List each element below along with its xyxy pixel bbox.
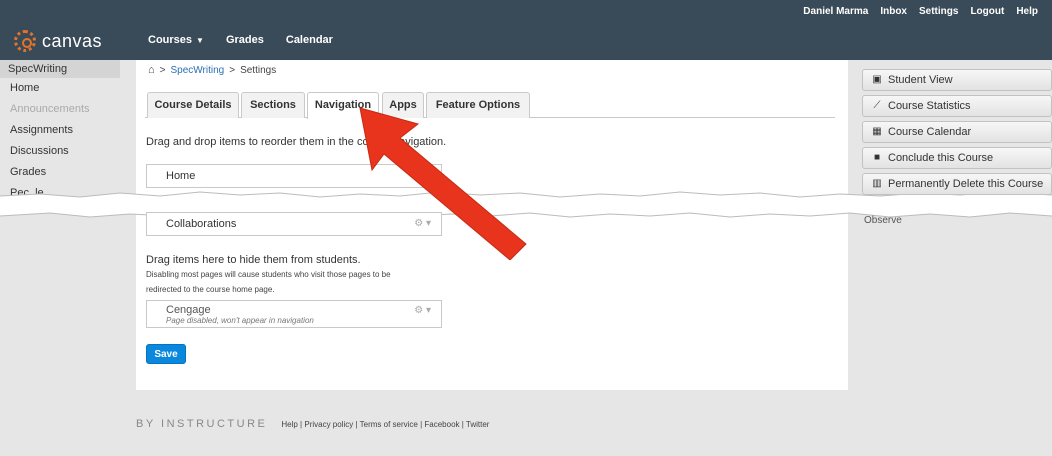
sidebar-item-grades[interactable]: Grades [0,162,120,183]
sidebar-item-assignments[interactable]: Assignments [0,120,120,141]
footer: BY INSTRUCTURE Help | Privacy policy | T… [136,418,489,430]
breadcrumb-current: Settings [240,64,277,76]
nav-item-label: Home [166,170,196,182]
user-nav: Daniel Marma Inbox Settings Logout Help [803,6,1038,17]
tab-course-details[interactable]: Course Details [147,92,239,118]
help-link[interactable]: Help [1016,6,1038,17]
sidebar-item-announcements[interactable]: Announcements [0,99,120,120]
gear-icon[interactable]: ⚙ ▾ [414,305,431,316]
breadcrumb: ⌂ > SpecWriting > Settings [148,64,276,76]
red-arrow-annotation [359,107,527,260]
sidebar-item-home[interactable]: Home [0,78,120,99]
global-header: Daniel Marma Inbox Settings Logout Help … [0,0,1052,60]
button-label: Student View [888,74,953,86]
instructure-brand[interactable]: BY INSTRUCTURE [136,418,267,430]
settings-link[interactable]: Settings [919,6,958,17]
button-label: Conclude this Course [888,152,994,164]
observe-text: Observe [864,215,902,226]
line-chart-icon: ⟋ [873,100,881,111]
main-nav: Courses ▼ Grades Calendar [148,34,333,46]
course-sidebar: SpecWriting Home Announcements Assignmen… [0,60,120,456]
conclude-course-button[interactable]: ■ Conclude this Course [862,147,1052,169]
calendar-menu[interactable]: Calendar [286,34,333,46]
hide-items-heading: Drag items here to hide them from studen… [146,254,361,266]
course-name[interactable]: SpecWriting [0,60,120,78]
nav-item-label: Collaborations [166,218,237,230]
breadcrumb-separator: > [229,64,236,76]
save-button[interactable]: Save [146,344,186,364]
hide-items-note: redirected to the course home page. [146,285,275,294]
sidebar-item-discussions[interactable]: Discussions [0,141,120,162]
logout-link[interactable]: Logout [970,6,1004,17]
courses-menu-label: Courses [148,34,193,46]
person-card-icon: ▣ [872,74,882,85]
hide-items-note: Disabling most pages will cause students… [146,270,391,279]
course-calendar-button[interactable]: ▦ Course Calendar [862,121,1052,143]
breadcrumb-separator: > [159,64,166,76]
courses-menu[interactable]: Courses ▼ [148,34,204,46]
canvas-logo-icon [14,30,36,52]
user-name-link[interactable]: Daniel Marma [803,6,868,17]
home-icon[interactable]: ⌂ [148,64,155,76]
calendar-icon: ▦ [872,126,882,137]
caret-down-icon: ▼ [196,36,204,45]
footer-links[interactable]: Help | Privacy policy | Terms of service… [281,420,489,429]
lock-icon: ■ [873,152,881,163]
tab-sections[interactable]: Sections [241,92,305,118]
button-label: Permanently Delete this Course [888,178,1044,190]
student-view-button[interactable]: ▣ Student View [862,69,1052,91]
disabled-nav-item-cengage[interactable]: Cengage Page disabled, won't appear in n… [146,300,442,328]
delete-course-button[interactable]: ▥ Permanently Delete this Course [862,173,1052,195]
course-statistics-button[interactable]: ⟋ Course Statistics [862,95,1052,117]
canvas-logo[interactable]: canvas [14,30,102,52]
button-label: Course Calendar [888,126,972,138]
grades-menu[interactable]: Grades [226,34,264,46]
disabled-item-name: Cengage [166,304,211,316]
disabled-item-note: Page disabled, won't appear in navigatio… [166,316,314,325]
logo-text: canvas [42,30,103,51]
inbox-link[interactable]: Inbox [880,6,907,17]
button-label: Course Statistics [888,100,971,112]
trash-icon: ▥ [872,178,882,189]
breadcrumb-course-link[interactable]: SpecWriting [171,65,225,76]
